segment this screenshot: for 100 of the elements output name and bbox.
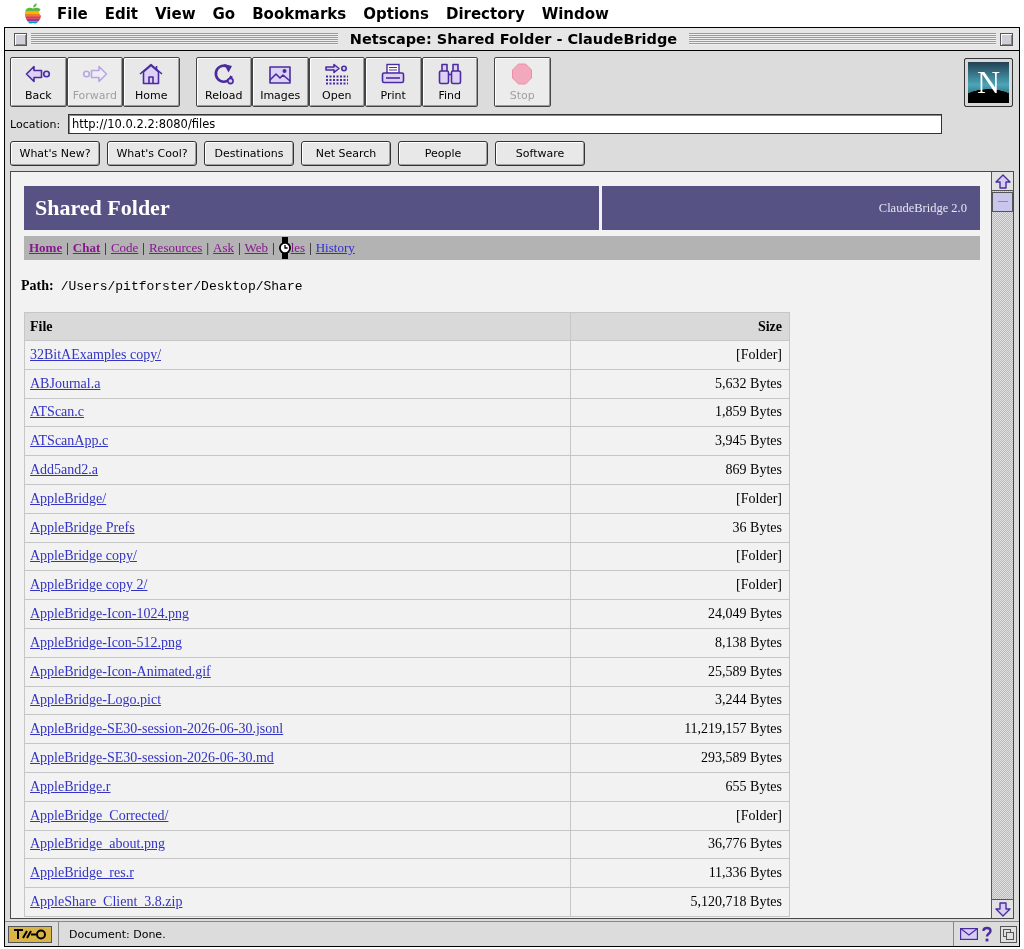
file-link[interactable]: AppleBridge_res.r	[30, 865, 134, 881]
menu-item[interactable]: View	[155, 4, 196, 23]
open-button[interactable]: Open	[308, 57, 365, 107]
file-size: 25,589 Bytes	[708, 663, 782, 679]
file-size: [Folder]	[736, 346, 782, 362]
nav-link[interactable]: les	[290, 240, 306, 256]
file-size: 5,632 Bytes	[715, 375, 782, 391]
scroll-up-button[interactable]	[992, 172, 1013, 191]
envelope-icon	[960, 928, 978, 940]
file-size: 3,244 Bytes	[715, 692, 782, 708]
nav-link[interactable]: Ask	[213, 240, 234, 256]
nav-separator: |	[206, 240, 209, 256]
file-size: 5,120,718 Bytes	[690, 894, 782, 910]
close-button[interactable]	[14, 32, 27, 46]
rainbow-apple-icon[interactable]	[24, 3, 42, 24]
file-size: 11,336 Bytes	[708, 865, 782, 881]
nav-link[interactable]: Resources	[148, 240, 203, 256]
menu-item[interactable]: Window	[541, 4, 609, 23]
nav-separator: |	[237, 240, 241, 256]
file-size: 8,138 Bytes	[715, 634, 782, 650]
menu-item[interactable]: Directory	[445, 4, 525, 23]
file-size: 655 Bytes	[725, 778, 782, 794]
nav-link[interactable]: Code	[110, 240, 139, 256]
directory-button[interactable]: Net Search	[301, 141, 391, 166]
zoom-button[interactable]	[1000, 32, 1013, 46]
file-link[interactable]: AppleBridge_Corrected/	[30, 807, 169, 823]
nav-link[interactable]: Home	[29, 240, 63, 256]
right-arrow-icon	[81, 63, 108, 85]
file-link[interactable]: AppleBridge-Icon-Animated.gif	[30, 663, 211, 679]
nav-link[interactable]: Chat	[72, 240, 101, 256]
file-size: [Folder]	[736, 548, 782, 564]
file-link[interactable]: AppleBridge-Icon-512.png	[30, 634, 183, 650]
directory-button[interactable]: Destinations	[204, 141, 294, 166]
column-header: Size	[570, 312, 790, 341]
file-size: 36 Bytes	[732, 519, 782, 535]
menu-item[interactable]: Edit	[104, 4, 138, 23]
column-header: File	[24, 312, 571, 341]
file-link[interactable]: Add5and2.a	[30, 462, 99, 478]
path-label: Path:	[21, 278, 54, 294]
nav-link[interactable]: History	[315, 240, 355, 256]
directory-button[interactable]: What's New?	[10, 141, 100, 166]
version-label: ClaudeBridge 2.0	[878, 200, 967, 216]
menu-item[interactable]: File	[57, 4, 88, 23]
nav-separator: |	[309, 240, 312, 256]
menu-item[interactable]: Options	[363, 4, 429, 23]
file-size: [Folder]	[736, 807, 782, 823]
file-size: 1,859 Bytes	[715, 404, 782, 420]
nav-separator: |	[66, 240, 69, 256]
broken-key-icon	[8, 925, 52, 943]
scroll-down-button[interactable]	[992, 899, 1013, 918]
images-button[interactable]: Images	[252, 57, 309, 107]
file-link[interactable]: AppleBridge_about.png	[30, 836, 165, 852]
path-value: /Users/pitforster/Desktop/Share	[60, 278, 303, 294]
question-mark-icon	[982, 926, 992, 942]
binoculars-icon	[436, 63, 463, 85]
print-button[interactable]: Print	[365, 57, 422, 107]
file-size: 293,589 Bytes	[701, 750, 782, 766]
house-icon	[138, 63, 165, 85]
file-link[interactable]: AppleBridge-Icon-1024.png	[30, 606, 190, 622]
location-field[interactable]: http://10.0.2.2:8080/files	[68, 114, 942, 134]
menu-item[interactable]: Go	[212, 4, 236, 23]
left-arrow-icon	[25, 63, 52, 85]
nav-separator: |	[104, 240, 107, 256]
file-link[interactable]: AppleBridge/	[30, 490, 107, 506]
picture-icon	[267, 63, 294, 85]
directory-button[interactable]: Software	[495, 141, 585, 166]
file-link[interactable]: AppleBridge-Logo.pict	[30, 692, 162, 708]
nav-link[interactable]: Web	[244, 240, 269, 256]
file-link[interactable]: AppleShare_Client_3.8.zip	[30, 894, 183, 910]
file-size: [Folder]	[736, 490, 782, 506]
up-arrow-icon	[994, 173, 1011, 189]
file-link[interactable]: AppleBridge.r	[30, 778, 111, 794]
file-link[interactable]: 32BitAExamples copy/	[30, 346, 162, 362]
back-button[interactable]: Back	[10, 57, 67, 107]
scroll-thumb[interactable]	[992, 192, 1013, 212]
file-size: 869 Bytes	[725, 462, 782, 478]
scrollbar[interactable]	[991, 172, 1013, 918]
file-size: [Folder]	[736, 577, 782, 593]
reload-button[interactable]: Reload	[195, 57, 252, 107]
file-size: 3,945 Bytes	[715, 433, 782, 449]
printer-icon	[380, 63, 407, 85]
file-link[interactable]: AppleBridge Prefs	[30, 519, 135, 535]
file-size: 36,776 Bytes	[708, 836, 782, 852]
file-link[interactable]: ABJournal.a	[30, 375, 101, 391]
status-text: Document: Done.	[69, 927, 166, 941]
directory-button[interactable]: People	[398, 141, 488, 166]
file-link[interactable]: AppleBridge copy 2/	[30, 577, 148, 593]
file-size: 11,219,157 Bytes	[684, 721, 782, 737]
file-link[interactable]: ATScanApp.c	[30, 433, 109, 449]
arrow-grid-icon	[323, 63, 350, 85]
page-title: Shared Folder	[35, 195, 170, 221]
window-title: Netscape: Shared Folder - ClaudeBridge	[348, 31, 679, 47]
find-button[interactable]: Find	[421, 57, 478, 107]
location-label: Location:	[10, 117, 62, 131]
home-button[interactable]: Home	[123, 57, 180, 107]
directory-button[interactable]: What's Cool?	[107, 141, 197, 166]
file-link[interactable]: ATScan.c	[30, 404, 85, 420]
menu-item[interactable]: Bookmarks	[252, 4, 347, 23]
file-link[interactable]: AppleBridge copy/	[30, 548, 137, 564]
nav-separator: |	[272, 240, 275, 256]
